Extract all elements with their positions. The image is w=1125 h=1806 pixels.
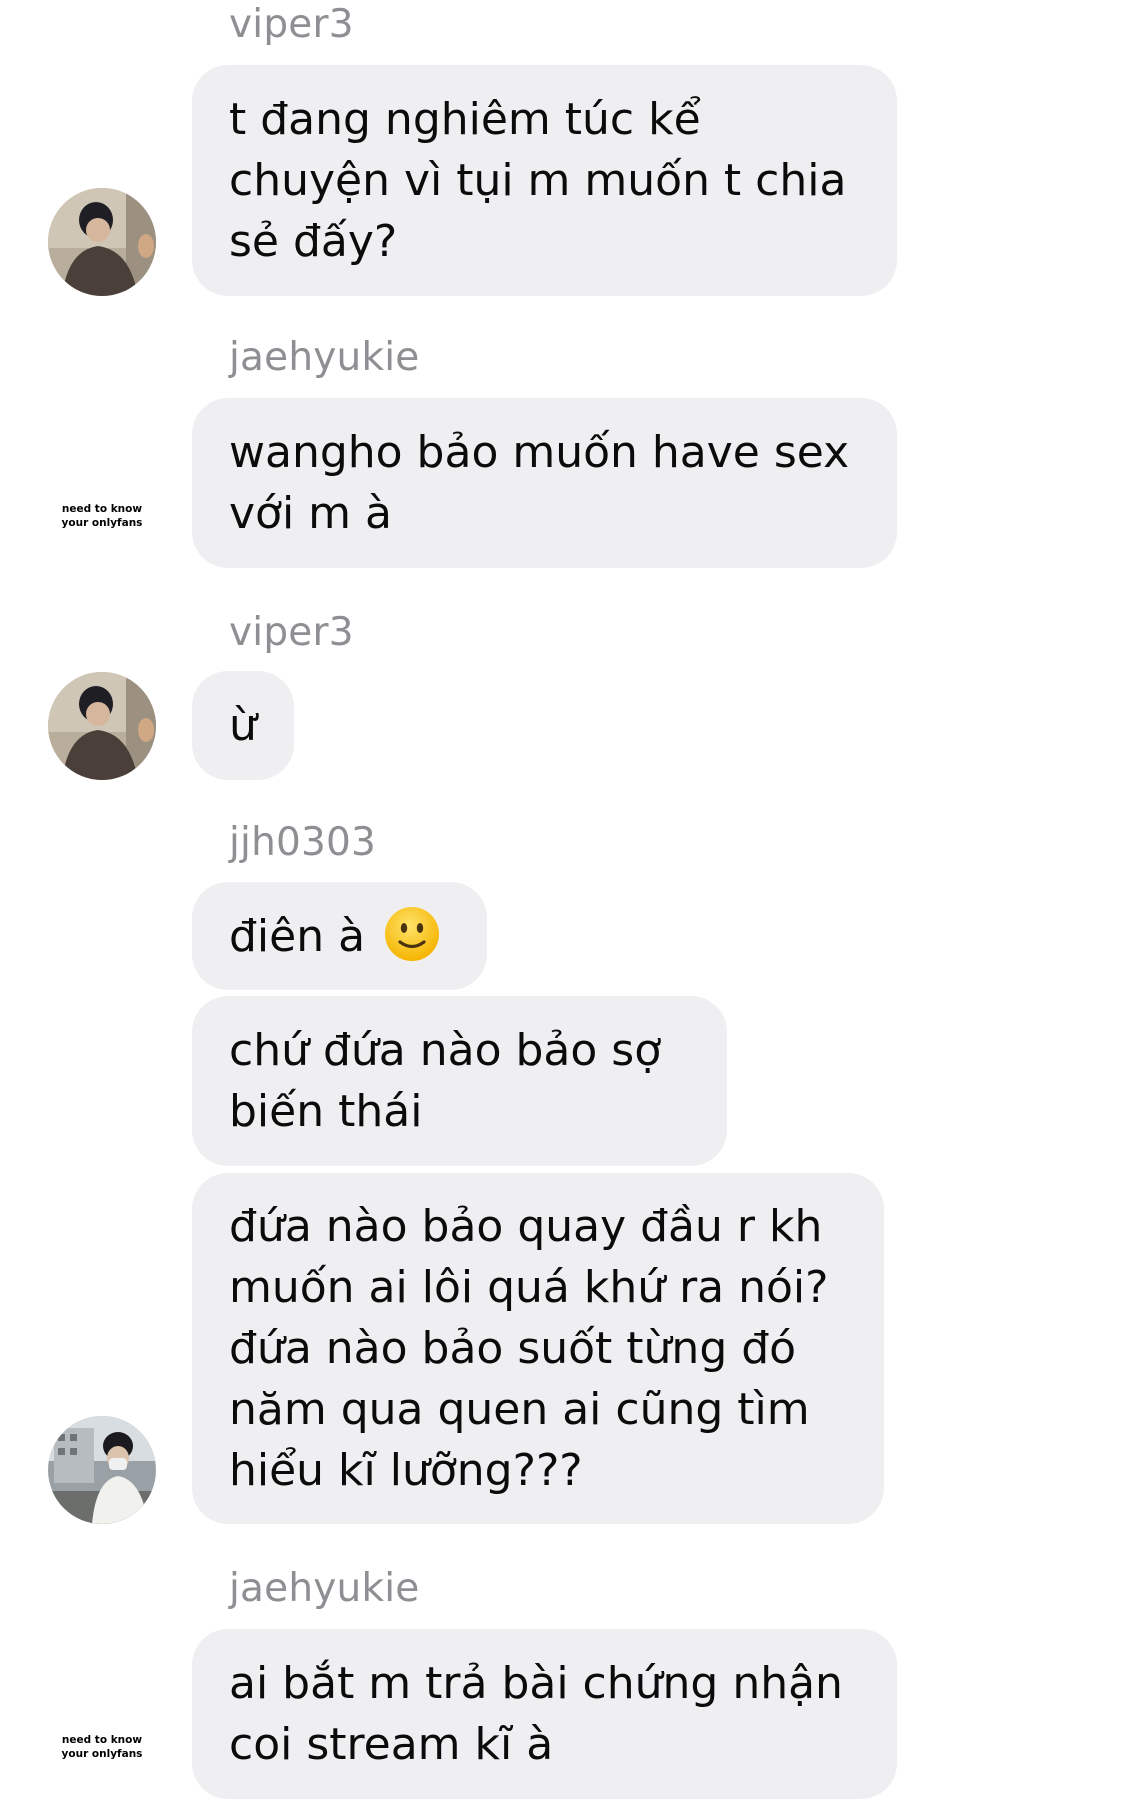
message-text: đứa nào bảo quay đầu r kh muốn ai lôi qu… bbox=[229, 1201, 829, 1496]
message-bubble[interactable]: đứa nào bảo quay đầu r kh muốn ai lôi qu… bbox=[192, 1173, 884, 1524]
message-text: ừ bbox=[229, 700, 257, 751]
message-bubble[interactable]: ừ bbox=[192, 671, 294, 780]
avatar-caption-line: need to know bbox=[61, 503, 143, 515]
sender-name: viper3 bbox=[229, 2, 354, 47]
sender-name: viper3 bbox=[229, 610, 354, 655]
avatar-caption-line: your onlyfans bbox=[61, 517, 143, 529]
avatar-caption-line: need to know bbox=[61, 1734, 143, 1746]
message-bubble[interactable]: điên à bbox=[192, 882, 487, 990]
message-text: ai bắt m trả bài chứng nhận coi stream k… bbox=[229, 1658, 843, 1770]
sender-name: jjh0303 bbox=[229, 820, 377, 865]
viper3-avatar-icon[interactable] bbox=[48, 672, 156, 780]
sender-name: jaehyukie bbox=[229, 335, 420, 380]
sender-name: jaehyukie bbox=[229, 1566, 420, 1611]
message-bubble[interactable]: wangho bảo muốn have sex với m à bbox=[192, 398, 897, 568]
message-bubble[interactable]: t đang nghiêm túc kể chuyện vì tụi m muố… bbox=[192, 65, 897, 296]
chat-thread[interactable]: viper3 t đang nghiêm túc kể chuyện vì tụ… bbox=[0, 0, 1125, 1806]
message-bubble[interactable]: chứ đứa nào bảo sợ biến thái bbox=[192, 996, 727, 1166]
message-text: wangho bảo muốn have sex với m à bbox=[229, 427, 850, 539]
jaehyukie-avatar-caption[interactable]: need to know your onlyfans bbox=[48, 1733, 156, 1761]
avatar-caption-line: your onlyfans bbox=[61, 1748, 143, 1760]
message-text: chứ đứa nào bảo sợ biến thái bbox=[229, 1025, 662, 1137]
jaehyukie-avatar-caption[interactable]: need to know your onlyfans bbox=[48, 502, 156, 530]
slightly-smiling-face-icon bbox=[385, 907, 440, 961]
message-bubble[interactable]: ai bắt m trả bài chứng nhận coi stream k… bbox=[192, 1629, 897, 1799]
message-text-content: điên à bbox=[229, 911, 366, 962]
message-text: t đang nghiêm túc kể chuyện vì tụi m muố… bbox=[229, 94, 847, 267]
message-text: điên à bbox=[229, 905, 441, 967]
viper3-avatar-icon[interactable] bbox=[48, 188, 156, 296]
jjh0303-avatar-icon[interactable] bbox=[48, 1416, 156, 1524]
